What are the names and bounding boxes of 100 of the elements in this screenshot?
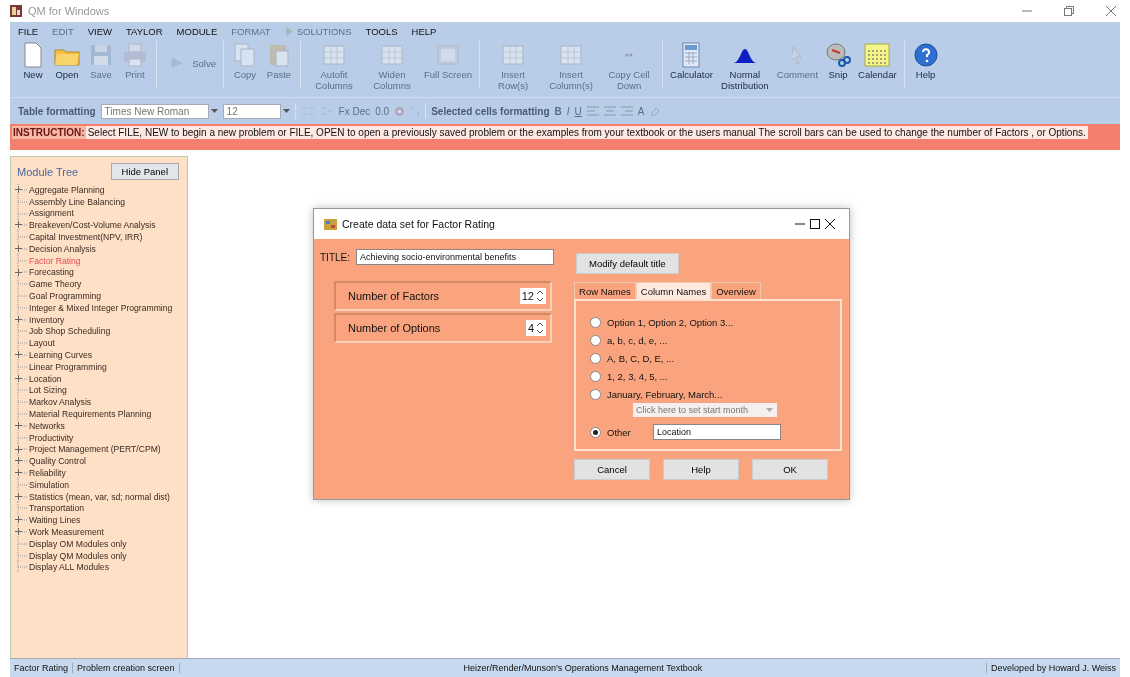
- tree-line: [15, 242, 29, 255]
- toolbar-button[interactable]: Calendar: [855, 41, 900, 80]
- expand-icon[interactable]: [15, 421, 22, 429]
- tree-item[interactable]: Location: [29, 373, 62, 384]
- expand-icon[interactable]: [15, 221, 22, 229]
- option-label[interactable]: Option 1, Option 2, Option 3...: [607, 316, 734, 328]
- tree-item[interactable]: Assembly Line Balancing: [29, 196, 126, 207]
- tree-item[interactable]: Lot Sizing: [29, 385, 67, 396]
- number-spinner[interactable]: 4: [525, 320, 546, 336]
- tree-item[interactable]: Game Theory: [29, 279, 82, 290]
- expand-icon[interactable]: [15, 374, 22, 382]
- dropdown-arrow-icon[interactable]: [210, 109, 218, 113]
- tree-item[interactable]: Quality Control: [29, 456, 86, 467]
- tree-item[interactable]: Waiting Lines: [29, 515, 81, 526]
- menu-item[interactable]: TOOLS: [365, 26, 398, 37]
- tree-line: [15, 266, 29, 279]
- number-spinner[interactable]: 12: [519, 288, 546, 304]
- menu-item[interactable]: MODULE: [176, 26, 218, 37]
- tree-item[interactable]: Aggregate Planning: [29, 184, 105, 195]
- tree-item[interactable]: Project Management (PERT/CPM): [29, 444, 161, 455]
- tree-item[interactable]: Inventory: [29, 314, 65, 325]
- expand-icon[interactable]: [15, 516, 22, 524]
- tree-item[interactable]: Breakeven/Cost-Volume Analysis: [29, 220, 156, 231]
- tree-item[interactable]: Simulation: [29, 479, 70, 490]
- tree-item[interactable]: Layout: [29, 338, 55, 349]
- hide-panel-button[interactable]: Hide Panel: [110, 163, 179, 180]
- expand-icon[interactable]: [15, 315, 22, 323]
- expand-icon[interactable]: [15, 469, 22, 477]
- title-field[interactable]: Achieving socio-environmental benefits: [356, 249, 554, 265]
- option-label[interactable]: 1, 2, 3, 4, 5, ...: [607, 370, 668, 382]
- tree-item[interactable]: Networks: [29, 420, 65, 431]
- dialog-button[interactable]: OK: [752, 459, 828, 480]
- option-label[interactable]: a, b, c, d, e, ...: [607, 334, 668, 346]
- tree-item[interactable]: Decision Analysis: [29, 243, 96, 254]
- tree-item[interactable]: Productivity: [29, 432, 74, 443]
- tree-item[interactable]: Transportation: [29, 503, 85, 514]
- dialog-button[interactable]: Help: [663, 459, 739, 480]
- tree-item[interactable]: Goal Programming: [29, 291, 102, 302]
- tree-line: [15, 313, 29, 326]
- maximize-icon[interactable]: [810, 219, 820, 229]
- tree-item[interactable]: Capital Investment(NPV, IRR): [29, 232, 143, 243]
- expand-icon[interactable]: [15, 528, 22, 536]
- tab[interactable]: Overview: [711, 282, 761, 299]
- font-dropdown[interactable]: Times New Roman: [100, 103, 209, 119]
- tree-item[interactable]: Integer & Mixed Integer Programming: [29, 302, 173, 313]
- radio-button[interactable]: [590, 334, 601, 346]
- restore-icon[interactable]: [1064, 6, 1074, 16]
- tree-item[interactable]: Work Measurement: [29, 527, 104, 537]
- menu-item[interactable]: VIEW: [87, 26, 112, 37]
- tree-item[interactable]: Forecasting: [29, 267, 74, 278]
- option-label[interactable]: Other: [607, 426, 647, 438]
- tab[interactable]: Column Names: [635, 282, 712, 299]
- size-dropdown[interactable]: 12: [222, 103, 281, 119]
- expand-icon[interactable]: [15, 351, 22, 359]
- tree-line: [15, 372, 29, 385]
- tree-item[interactable]: Display ALL Modules: [29, 562, 109, 573]
- tree-item[interactable]: Statistics (mean, var, sd; normal dist): [29, 491, 170, 502]
- tree-line: [15, 455, 29, 468]
- toolbar-button[interactable]: Normal Distribution: [715, 41, 774, 91]
- radio-button[interactable]: [590, 388, 601, 400]
- expand-icon[interactable]: [15, 492, 22, 500]
- radio-button[interactable]: [590, 352, 601, 364]
- dropdown-arrow-icon[interactable]: [282, 109, 290, 113]
- toolbar-button[interactable]: Snip: [821, 41, 856, 80]
- expand-icon[interactable]: [15, 268, 22, 276]
- expand-icon[interactable]: [15, 245, 22, 252]
- toolbar-button[interactable]: Help: [908, 41, 943, 80]
- menu-item[interactable]: TAYLOR: [126, 26, 163, 37]
- menu-item[interactable]: HELP: [411, 26, 437, 37]
- tree-item[interactable]: Learning Curves: [29, 350, 93, 361]
- tree-item[interactable]: Job Shop Scheduling: [29, 326, 111, 337]
- other-name-field[interactable]: Location: [653, 424, 781, 440]
- radio-button[interactable]: [590, 426, 601, 438]
- toolbar-button[interactable]: New: [16, 41, 50, 80]
- tree-item[interactable]: Linear Programming: [29, 361, 107, 372]
- spinner-label: Number of Options: [348, 322, 441, 334]
- toolbar-button[interactable]: Open: [50, 41, 84, 80]
- menu-item[interactable]: FILE: [18, 26, 39, 37]
- option-label[interactable]: January, February, March...: [607, 388, 723, 400]
- tree-item[interactable]: Reliability: [29, 468, 66, 478]
- expand-icon[interactable]: [15, 457, 22, 465]
- toolbar-button[interactable]: Calculator: [667, 41, 716, 80]
- expand-icon[interactable]: [15, 445, 22, 453]
- expand-icon[interactable]: [15, 186, 22, 193]
- close-icon[interactable]: [825, 219, 835, 229]
- tree-item[interactable]: Display QM Modules only: [29, 550, 127, 561]
- tab[interactable]: Row Names: [574, 282, 636, 299]
- instruction-text: Select FILE, NEW to begin a new problem or FILE, OPEN to open a previously saved problem or the examples from your textbook or the users manual The scroll bars can be used to change the number of Factors , or Options.: [85, 126, 1088, 139]
- option-label[interactable]: A, B, C, D, E, ...: [607, 352, 675, 364]
- tree-item[interactable]: Material Requirements Planning: [29, 409, 152, 420]
- tree-line: [15, 502, 29, 515]
- tree-line: [15, 254, 29, 267]
- tree-item[interactable]: Markov Analysis: [29, 397, 92, 408]
- radio-button[interactable]: [590, 316, 601, 328]
- dialog-button[interactable]: Cancel: [574, 459, 650, 480]
- tree-item[interactable]: Display OM Modules only: [29, 538, 127, 549]
- modify-title-button[interactable]: Modify default title: [576, 253, 679, 274]
- tree-item[interactable]: Assignment: [29, 208, 74, 219]
- status-pane: Developed by Howard J. Weiss: [990, 663, 1117, 673]
- radio-button[interactable]: [590, 370, 601, 382]
